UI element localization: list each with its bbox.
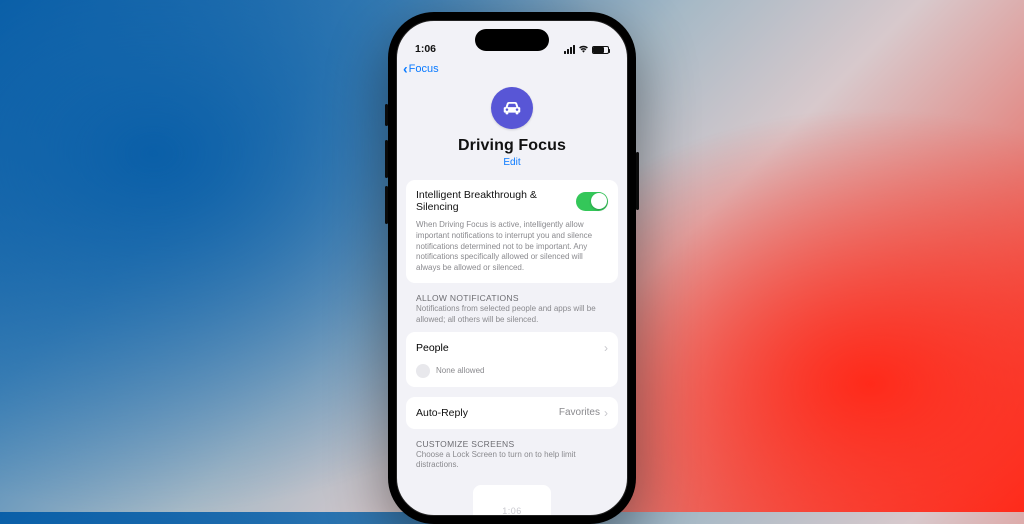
people-row[interactable]: People › [406,332,618,364]
intelligent-card: Intelligent Breakthrough & Silencing Whe… [406,180,618,283]
page-title: Driving Focus [397,137,627,155]
back-label: Focus [409,63,439,75]
people-status: None allowed [436,366,484,375]
lock-time: 1:06 [502,506,522,516]
allow-sub: Notifications from selected people and a… [416,304,608,326]
ringer-switch [385,104,388,126]
intelligent-label: Intelligent Breakthrough & Silencing [416,189,576,213]
customize-title: CUSTOMIZE SCREENS [416,439,608,449]
nav-bar: ‹ Focus [397,57,627,81]
driving-icon [491,87,533,129]
autoreply-row[interactable]: Auto-Reply Favorites › [406,397,618,429]
customize-sub: Choose a Lock Screen to turn on to help … [416,450,608,472]
autoreply-label: Auto-Reply [416,407,468,419]
status-time: 1:06 [415,43,436,55]
people-label: People [416,342,449,354]
screen: 1:06 ‹ Focus Driving Focus Edit [396,20,628,516]
chevron-left-icon: ‹ [403,62,408,76]
power-button [636,152,639,210]
chevron-right-icon: › [604,406,608,420]
intelligent-desc: When Driving Focus is active, intelligen… [416,220,608,274]
lockscreen-preview[interactable]: 1:06 [473,485,551,516]
chevron-right-icon: › [604,341,608,355]
people-card: People › None allowed [406,332,618,387]
volume-up [385,140,388,178]
dynamic-island [475,29,549,51]
avatar-placeholder [416,364,430,378]
iphone-frame: 1:06 ‹ Focus Driving Focus Edit [388,12,636,524]
allow-title: ALLOW NOTIFICATIONS [416,293,608,303]
allow-header: ALLOW NOTIFICATIONS Notifications from s… [406,293,618,332]
volume-down [385,186,388,224]
autoreply-value: Favorites [559,407,600,418]
intelligent-toggle[interactable] [576,192,608,211]
customize-header: CUSTOMIZE SCREENS Choose a Lock Screen t… [406,439,618,478]
battery-icon [592,46,609,54]
edit-button[interactable]: Edit [397,157,627,168]
hero: Driving Focus Edit [397,81,627,180]
cellular-icon [564,45,575,54]
wifi-icon [578,44,589,55]
back-button[interactable]: ‹ Focus [403,62,439,76]
